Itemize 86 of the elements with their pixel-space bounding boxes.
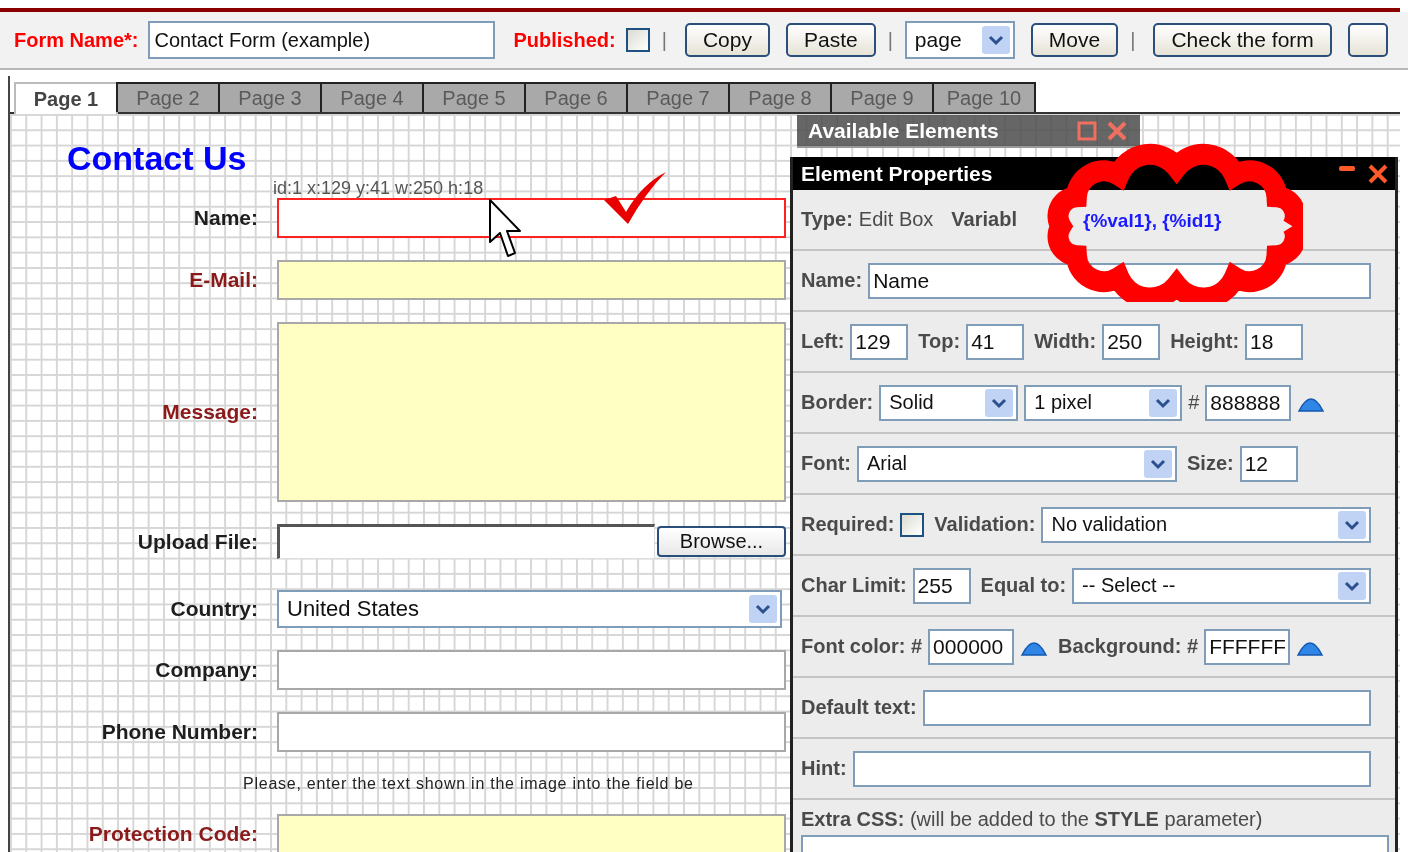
property-field[interactable]: 255 <box>912 567 971 604</box>
text-field[interactable] <box>277 814 786 852</box>
chevron-icon <box>749 595 777 623</box>
dropdown[interactable]: No validation <box>1041 506 1371 543</box>
chevron-icon <box>1338 571 1366 600</box>
page-tab[interactable]: Page 1 <box>14 82 118 114</box>
property-label: Equal to: <box>980 574 1067 597</box>
text-field[interactable] <box>277 712 786 752</box>
property-label: Hint: <box>801 757 847 780</box>
variables-text: {%val1}, {%id1} <box>1083 210 1222 231</box>
property-field[interactable]: 250 <box>1102 323 1161 360</box>
element-info: id:1 x:129 y:41 w:250 h:18 <box>273 178 484 198</box>
type-value: Edit Box <box>858 208 934 231</box>
property-field[interactable]: 129 <box>850 323 909 360</box>
textarea-field[interactable] <box>277 322 786 502</box>
close-icon[interactable] <box>1367 162 1389 185</box>
dropdown[interactable]: United States <box>277 590 782 628</box>
property-label: Left: <box>801 330 845 353</box>
field-label: Country: <box>170 597 258 621</box>
property-label: Default text: <box>801 696 917 719</box>
text-field[interactable] <box>277 198 786 238</box>
field-label: Phone Number: <box>101 720 258 744</box>
property-label: Type: <box>801 208 853 231</box>
dropdown[interactable]: Solid <box>879 384 1019 421</box>
separator: | <box>887 28 893 52</box>
field-label: Upload File: <box>137 529 258 554</box>
property-label: Variabl <box>951 208 1017 231</box>
browse-button[interactable]: Browse... <box>657 526 786 557</box>
dropdown[interactable]: -- Select -- <box>1072 567 1371 604</box>
property-field[interactable] <box>852 750 1371 787</box>
property-label: Name: <box>801 269 863 292</box>
property-field[interactable] <box>922 689 1371 726</box>
toolbar-button[interactable]: Copy <box>684 23 770 57</box>
property-label: Height: <box>1170 330 1240 353</box>
field-label: Name: <box>193 206 258 230</box>
form-title: Contact Us <box>67 138 247 178</box>
property-label: Required: <box>801 513 895 536</box>
checkmark-icon <box>602 170 668 226</box>
chevron-icon <box>985 388 1014 417</box>
extra-css-label: Extra CSS: (will be added to the STYLE parameter) <box>801 808 1264 831</box>
chevron-icon <box>981 26 1010 54</box>
property-label: Background: # <box>1058 635 1199 658</box>
hash-label: # <box>1188 391 1200 414</box>
toolbar-button[interactable]: Move <box>1030 23 1119 57</box>
chevron-icon <box>1144 449 1172 478</box>
property-field[interactable]: 12 <box>1239 445 1298 482</box>
text-field[interactable] <box>277 260 786 300</box>
toolbar-button[interactable]: Check the form <box>1153 23 1332 57</box>
instruction-text: Please, enter the text shown in the image into the field be <box>243 774 694 794</box>
text-field[interactable] <box>277 650 786 690</box>
toolbar-label: Form Name*: <box>14 28 139 52</box>
mouse-pointer-icon <box>488 198 522 260</box>
panel-title: Element Properties <box>801 161 993 186</box>
form-name-field[interactable]: Contact Form (example) <box>148 21 496 59</box>
extra-css-field[interactable] <box>801 835 1389 852</box>
toolbar-button[interactable]: Paste <box>785 23 876 57</box>
property-label: Char Limit: <box>801 574 907 597</box>
required-checkbox[interactable] <box>900 512 925 537</box>
property-label: Font: <box>801 452 851 475</box>
field-label: Company: <box>155 658 258 682</box>
toolbar-label: Published: <box>513 28 616 52</box>
dropdown[interactable]: 1 pixel <box>1024 384 1183 421</box>
property-field[interactable]: FFFFFF <box>1204 628 1291 665</box>
property-field[interactable]: 41 <box>966 323 1025 360</box>
property-field[interactable]: 000000 <box>928 628 1015 665</box>
separator: | <box>661 28 667 52</box>
field-label: Message: <box>162 400 258 424</box>
property-label: Top: <box>918 330 961 353</box>
dropdown[interactable]: Arial <box>857 445 1177 482</box>
field-label: E-Mail: <box>189 268 258 292</box>
property-field[interactable]: 18 <box>1245 323 1304 360</box>
property-field[interactable]: 888888 <box>1205 384 1292 421</box>
property-label: Size: <box>1187 452 1234 475</box>
panel-title: Available Elements <box>808 118 999 143</box>
chevron-icon <box>1338 510 1366 539</box>
property-label: Border: <box>801 391 874 414</box>
chevron-icon <box>1149 388 1178 417</box>
property-label: Width: <box>1034 330 1097 353</box>
file-field[interactable] <box>277 524 655 559</box>
property-label: Font color: # <box>801 635 923 658</box>
property-label: Validation: <box>934 513 1036 536</box>
published-checkbox[interactable] <box>625 28 650 52</box>
toolbar-button[interactable] <box>1347 23 1388 57</box>
separator: | <box>1130 28 1136 52</box>
dropdown[interactable]: page <box>904 21 1015 59</box>
field-label: Protection Code: <box>88 822 258 846</box>
